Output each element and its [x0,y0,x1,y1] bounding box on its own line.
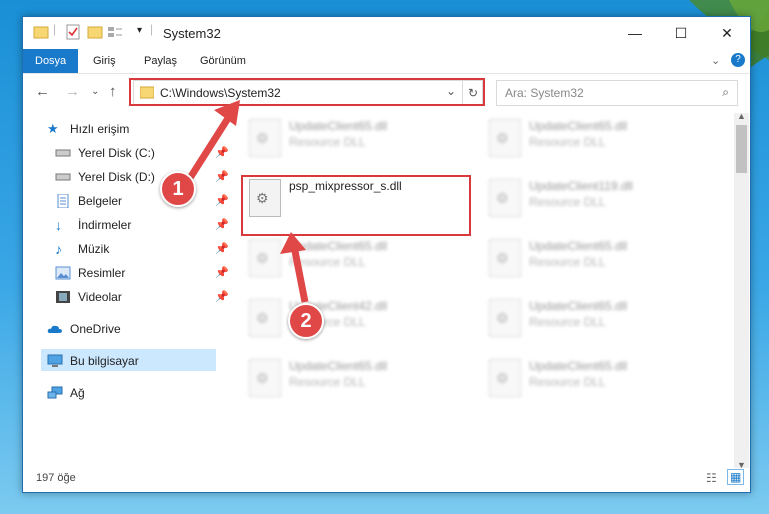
annotation-arrows [187,100,309,303]
step-1-badge: 1 [160,171,196,207]
step-2-badge: 2 [288,303,324,339]
